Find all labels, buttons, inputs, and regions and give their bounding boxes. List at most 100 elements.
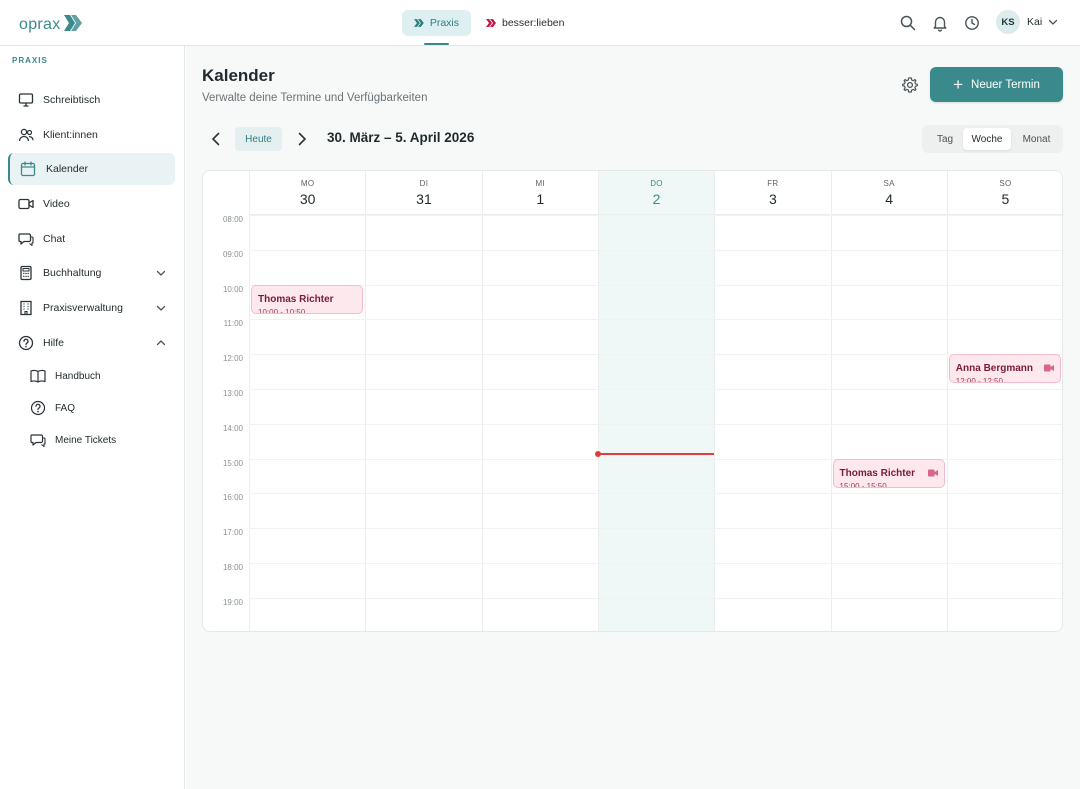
top-bar: oprax Praxis besser:lieben KS Kai [0, 0, 1080, 46]
day-header[interactable]: MO 30 [250, 171, 366, 215]
day-number: 1 [536, 191, 545, 207]
day-column[interactable]: DO 2 [597, 171, 715, 631]
day-column[interactable]: MO 30 [249, 171, 366, 631]
hour-label: 17:00 [222, 528, 243, 538]
hour-gridline [249, 249, 1062, 251]
user-menu[interactable]: KS Kai [996, 10, 1058, 34]
sidebar-subitem-label: FAQ [55, 402, 76, 414]
view-switcher: Tag Woche Monat [922, 125, 1063, 153]
video-call-icon [927, 469, 938, 477]
avatar: KS [996, 10, 1020, 34]
event-title: Thomas Richter [258, 293, 334, 305]
sidebar-item-label: Hilfe [43, 337, 65, 349]
today-button[interactable]: Heute [235, 127, 282, 151]
settings-gear-icon[interactable] [901, 76, 919, 94]
day-column[interactable]: MI 1 [481, 171, 598, 631]
hour-label: 16:00 [222, 493, 243, 503]
chevron-up-icon [156, 340, 166, 346]
search-icon[interactable] [899, 14, 917, 32]
calendar-icon [20, 161, 36, 177]
sidebar-item-kalender[interactable]: Kalender [8, 153, 175, 185]
bell-icon[interactable] [931, 14, 949, 32]
monitor-icon [18, 93, 34, 107]
user-name: Kai [1027, 16, 1043, 28]
sidebar-item-klientinnen[interactable]: Klient:innen [8, 119, 175, 151]
brand-tab-besser-lieben[interactable]: besser:lieben [474, 10, 576, 36]
plus-icon: + [953, 74, 964, 94]
hour-gridline [249, 354, 1062, 356]
day-of-week-label: SA [883, 179, 895, 188]
chat-icon [18, 233, 34, 247]
appointment-event[interactable]: Thomas Richter 10:00 - 10:50 [251, 284, 364, 314]
sidebar-item-praxisverwaltung[interactable]: Praxisverwaltung [8, 292, 175, 324]
sidebar-item-label: Kalender [46, 163, 89, 175]
sidebar-item-schreibtisch[interactable]: Schreibtisch [8, 84, 175, 116]
sidebar-item-buchhaltung[interactable]: Buchhaltung [8, 257, 175, 289]
chevron-right-icon[interactable] [294, 131, 310, 147]
view-tab-tag[interactable]: Tag [926, 128, 964, 150]
day-of-week-label: DI [419, 179, 429, 188]
hour-label: 12:00 [222, 354, 243, 364]
hour-gridline [249, 528, 1062, 530]
day-column[interactable]: SO 5 [946, 171, 1062, 631]
brand-tab-praxis[interactable]: Praxis [402, 10, 471, 45]
new-appointment-button[interactable]: + Neuer Termin [930, 67, 1063, 102]
hour-label: 11:00 [223, 319, 243, 329]
sidebar-item-hilfe[interactable]: Hilfe [8, 327, 175, 359]
view-tab-woche[interactable]: Woche [963, 128, 1011, 150]
day-header[interactable]: MI 1 [482, 171, 598, 215]
clock-icon[interactable] [963, 14, 981, 32]
day-number: 2 [652, 191, 661, 207]
appointment-event[interactable]: Thomas Richter 15:00 - 15:50 [832, 458, 945, 488]
sidebar-item-label: Buchhaltung [43, 267, 102, 279]
sidebar-subitem-label: Handbuch [55, 370, 101, 382]
chevron-left-icon[interactable] [208, 131, 224, 147]
day-column[interactable]: FR 3 [714, 171, 831, 631]
sidebar-subitem-label: Meine Tickets [55, 434, 117, 446]
users-icon [18, 128, 34, 142]
logo-chevrons-icon [63, 15, 82, 31]
hour-label: 10:00 [222, 284, 243, 294]
day-of-week-label: FR [767, 179, 779, 188]
day-number: 30 [299, 191, 316, 207]
besser-lieben-chevrons-icon [486, 19, 496, 27]
hour-gridline [249, 493, 1062, 495]
sidebar-subitem-faq[interactable]: FAQ [22, 395, 172, 421]
hour-label: 08:00 [222, 215, 243, 224]
day-header[interactable]: SA 4 [831, 171, 947, 215]
event-time: 12:00 - 12:50 [955, 377, 1003, 384]
book-icon [30, 369, 46, 383]
sidebar-item-label: Klient:innen [43, 129, 98, 141]
sidebar-item-label: Video [43, 198, 70, 210]
day-column[interactable]: DI 31 [365, 171, 482, 631]
sidebar-item-chat[interactable]: Chat [8, 223, 175, 255]
sidebar-item-video[interactable]: Video [8, 188, 175, 220]
sidebar-subitem-handbuch[interactable]: Handbuch [22, 363, 172, 389]
day-header[interactable]: SO 5 [947, 171, 1062, 215]
day-header[interactable]: DI 31 [366, 171, 482, 215]
day-column[interactable]: SA 4 [830, 171, 947, 631]
oprax-logo[interactable]: oprax [19, 12, 83, 34]
day-number: 5 [1001, 191, 1010, 207]
chevron-down-icon [156, 305, 166, 311]
day-number: 4 [885, 191, 894, 207]
day-of-week-label: MI [535, 179, 545, 188]
hour-label: 13:00 [222, 389, 243, 398]
video-icon [18, 198, 34, 210]
chevron-down-icon [1049, 19, 1058, 25]
chevron-down-icon [156, 270, 166, 276]
day-header[interactable]: DO 2 [598, 171, 715, 215]
day-of-week-label: DO [650, 179, 663, 188]
video-call-icon [1044, 364, 1055, 372]
week-calendar: SO 5 SA 4 FR 3 DO 2 MI 1 DI 31 MO 30 08:00 09:00 10:00 11… [202, 170, 1063, 632]
hour-gridline [249, 423, 1062, 425]
view-tab-monat[interactable]: Monat [1014, 128, 1059, 150]
hour-label: 15:00 [222, 458, 243, 468]
appointment-event[interactable]: Anna Bergmann 12:00 - 12:50 [948, 354, 1062, 384]
page-subtitle: Verwalte deine Termine und Verfügbarkeit… [202, 92, 428, 104]
sidebar-subitem-meine-tickets[interactable]: Meine Tickets [22, 427, 172, 453]
day-header[interactable]: FR 3 [715, 171, 831, 215]
hour-label: 18:00 [222, 563, 243, 572]
hour-gridline [249, 563, 1062, 564]
sidebar-section-title: PRAXIS [12, 56, 48, 65]
